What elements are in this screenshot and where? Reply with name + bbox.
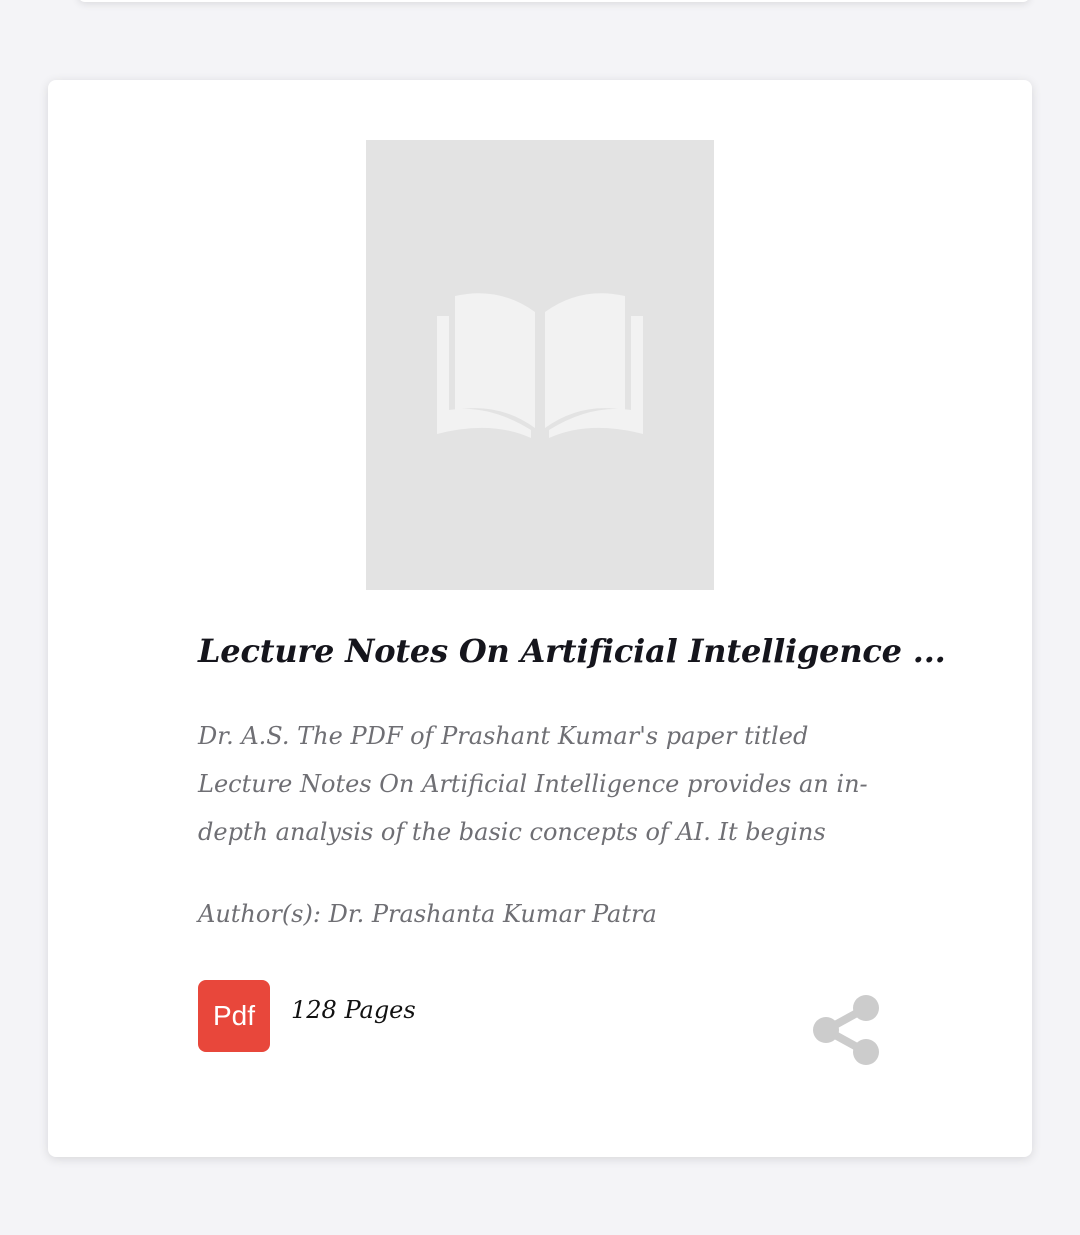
pdf-icon-label: Pdf	[212, 1000, 256, 1031]
book-description: Dr. A.S. The PDF of Prashant Kumar's pap…	[198, 722, 868, 846]
pdf-icon: Pdf	[198, 980, 270, 1052]
book-title[interactable]: Lecture Notes On Artificial Intelligence…	[198, 632, 946, 670]
share-icon	[813, 995, 879, 1065]
previous-card-edge	[78, 0, 1030, 2]
book-author: Author(s): Dr. Prashanta Kumar Patra	[198, 900, 657, 928]
open-book-icon	[437, 293, 643, 438]
book-cover-placeholder[interactable]	[366, 140, 714, 590]
share-button[interactable]	[808, 992, 884, 1068]
book-card[interactable]: Lecture Notes On Artificial Intelligence…	[48, 80, 1032, 1157]
page-count: 128 Pages	[291, 996, 416, 1024]
